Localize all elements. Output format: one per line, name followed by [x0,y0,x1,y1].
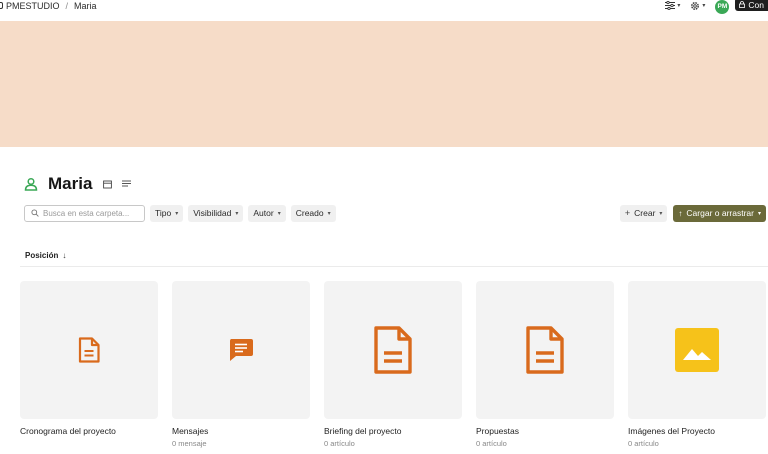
action-buttons: + Crear ▾ ↑ Cargar o arrastrar ▾ [619,204,766,222]
document-icon [526,326,564,374]
filter-label: Autor [253,208,274,218]
item-card[interactable]: Mensajes 0 mensaje [172,281,310,448]
filter-bar: Tipo ▾ Visibilidad ▾ Autor ▾ Creado ▾ [24,204,341,222]
upload-button[interactable]: ↑ Cargar o arrastrar ▾ [673,204,766,222]
item-thumbnail[interactable] [172,281,310,419]
chevron-down-icon: ▾ [677,3,681,9]
share-button-label: Con [748,0,764,10]
top-bar: PMESTUDIO / Maria ▾ ▾ PM Con [0,0,768,20]
chevron-down-icon: ▾ [327,210,331,217]
lock-icon [739,1,746,8]
upload-arrow-icon: ↑ [678,208,683,218]
item-card[interactable]: Briefing del proyecto 0 artículo [324,281,462,448]
item-card[interactable]: Imágenes del Proyecto 0 artículo [628,281,766,448]
item-title[interactable]: Imágenes del Proyecto [628,426,766,436]
chevron-down-icon: ▾ [659,210,663,217]
sliders-icon [665,1,676,10]
search-input[interactable] [43,208,141,218]
upload-button-label: Cargar o arrastrar [686,208,754,218]
filter-label: Tipo [155,208,172,218]
filter-creado[interactable]: Creado ▾ [290,204,336,222]
filter-autor[interactable]: Autor ▾ [248,204,286,222]
cover-banner [0,21,768,147]
item-thumbnail[interactable] [20,281,158,419]
person-icon [24,177,38,191]
workspace-logo-icon [0,2,3,9]
search-box[interactable] [24,204,145,222]
divider [20,266,768,267]
filter-label: Visibilidad [193,208,232,218]
image-icon [675,328,719,372]
sort-control[interactable]: Posición ↓ [25,251,66,260]
filter-tipo[interactable]: Tipo ▾ [150,204,184,222]
arrow-down-icon: ↓ [62,251,67,260]
breadcrumb-workspace[interactable]: PMESTUDIO [6,1,60,11]
item-thumbnail[interactable] [324,281,462,419]
calendar-icon [103,180,113,188]
item-title[interactable]: Propuestas [476,426,614,436]
chevron-down-icon: ▾ [277,210,281,217]
item-title[interactable]: Briefing del proyecto [324,426,462,436]
filter-visibilidad[interactable]: Visibilidad ▾ [188,204,244,222]
item-card[interactable]: Cronograma del proyecto [20,281,158,439]
item-thumbnail[interactable] [476,281,614,419]
chat-icon [229,339,253,361]
chevron-down-icon: ▾ [702,3,706,9]
layout-toggle-button[interactable] [103,180,113,189]
lines-icon [122,180,132,187]
create-button-label: Crear [634,208,656,218]
document-icon [374,326,412,374]
item-subtitle: 0 artículo [628,439,659,448]
chevron-down-icon: ▾ [175,210,179,217]
item-subtitle: 0 artículo [476,439,507,448]
description-button[interactable] [122,180,132,188]
item-subtitle: 0 mensaje [172,439,207,448]
page-header: Maria [24,173,141,195]
item-title[interactable]: Cronograma del proyecto [20,426,158,436]
document-icon [78,337,100,363]
create-button[interactable]: + Crear ▾ [619,204,668,222]
breadcrumb: PMESTUDIO / Maria [0,0,97,11]
page-title: Maria [48,174,93,193]
gear-icon [691,1,700,10]
view-options-button[interactable]: ▾ [665,1,680,10]
avatar[interactable]: PM [715,0,730,14]
settings-button[interactable]: ▾ [690,1,705,11]
search-icon [31,209,39,217]
chevron-down-icon: ▾ [235,210,239,217]
share-button[interactable]: Con [735,0,768,11]
filter-label: Creado [295,208,324,218]
item-card[interactable]: Propuestas 0 artículo [476,281,614,448]
chevron-down-icon: ▾ [757,210,761,217]
breadcrumb-current[interactable]: Maria [74,1,97,11]
plus-icon: + [624,208,631,218]
item-subtitle: 0 artículo [324,439,355,448]
item-title[interactable]: Mensajes [172,426,310,436]
sort-label: Posición [25,251,59,260]
top-right-controls: ▾ ▾ PM Con [665,0,768,14]
item-thumbnail[interactable] [628,281,766,419]
breadcrumb-separator: / [65,0,69,11]
